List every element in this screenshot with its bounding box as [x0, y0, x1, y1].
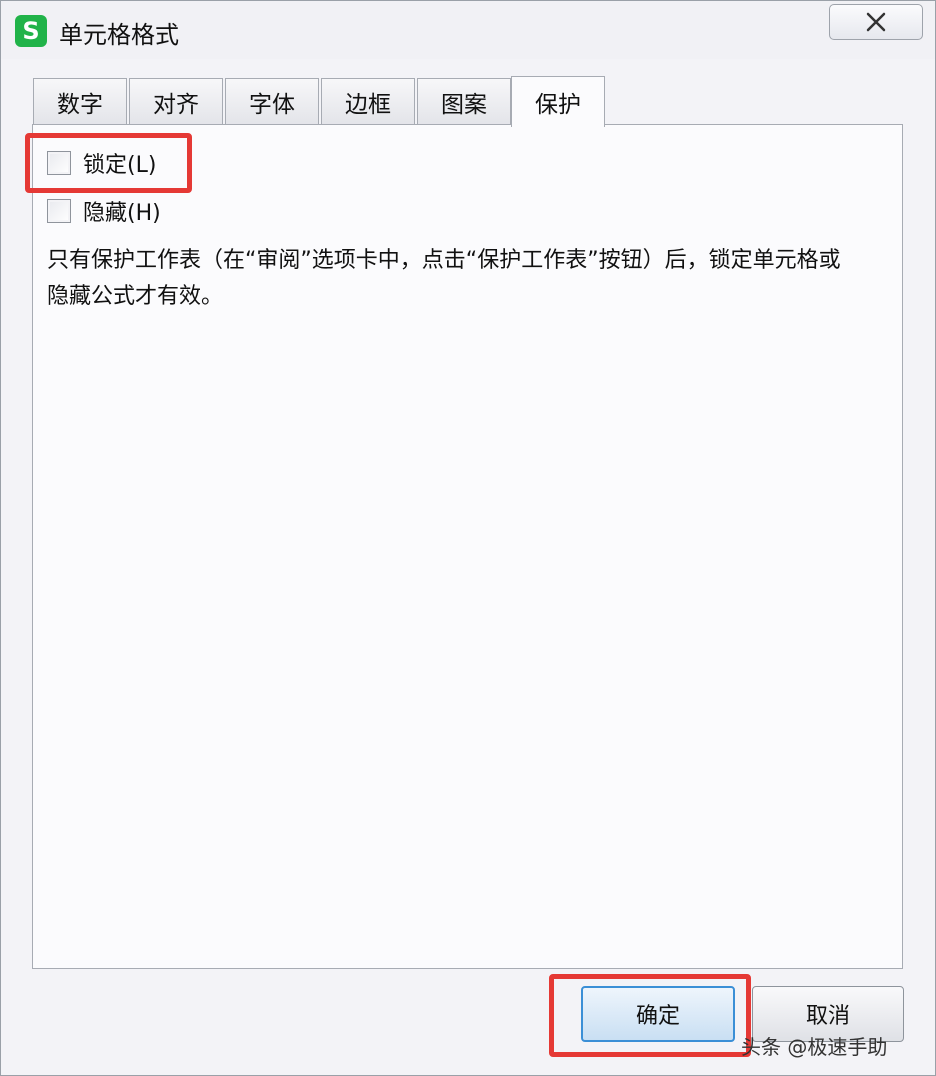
dialog-title: 单元格格式: [59, 21, 179, 49]
app-logo-icon: S: [15, 15, 47, 47]
title-bar: S 单元格格式: [1, 1, 935, 59]
hidden-option[interactable]: 隐藏(H): [47, 196, 161, 226]
hidden-label: 隐藏(H): [83, 201, 161, 226]
protection-description: 只有保护工作表（在“审阅”选项卡中，点击“保护工作表”按钮）后，锁定单元格或隐藏…: [47, 248, 841, 309]
protection-panel: 锁定(L) 隐藏(H) 只有保护工作表（在“审阅”选项卡中，点击“保护工作表”按…: [32, 124, 903, 969]
watermark: 头条 @极速手助: [741, 1035, 888, 1059]
close-button[interactable]: [829, 4, 923, 40]
tab-font[interactable]: 字体: [225, 78, 319, 125]
ok-highlight-box: [549, 974, 751, 1057]
hidden-checkbox[interactable]: [47, 199, 71, 223]
format-cells-dialog: S 单元格格式 数字 对齐 字体 边框 图案 保护 锁定(L) 隐藏(H) 只有…: [0, 0, 936, 1076]
tab-border[interactable]: 边框: [321, 78, 415, 125]
tab-alignment[interactable]: 对齐: [129, 78, 223, 125]
close-icon: [866, 12, 886, 32]
tab-pattern[interactable]: 图案: [417, 78, 511, 125]
locked-highlight-box: [25, 133, 192, 193]
tab-protection[interactable]: 保护: [511, 76, 605, 127]
tab-number[interactable]: 数字: [33, 78, 127, 125]
